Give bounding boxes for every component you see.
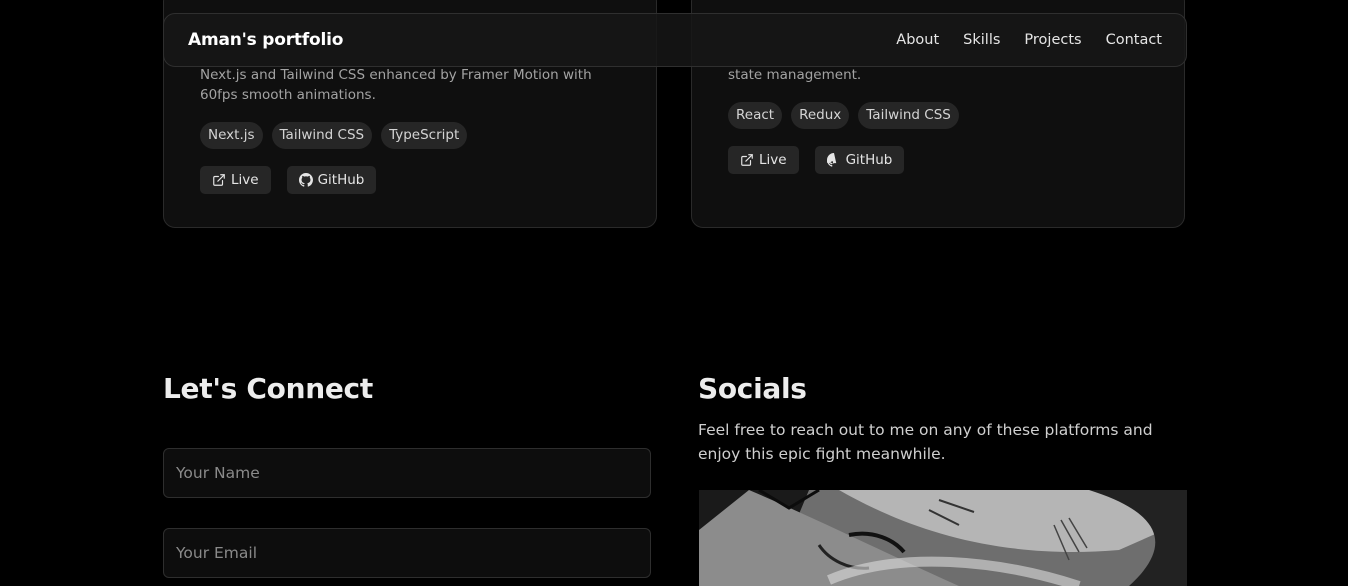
live-label: Live [231,172,259,188]
project-description: state management. [728,67,862,83]
tag: Tailwind CSS [271,122,373,149]
live-label: Live [759,152,787,168]
nav-link-projects[interactable]: Projects [1024,32,1081,48]
github-icon [826,153,841,167]
socials-description: Feel free to reach out to me on any of t… [698,421,1153,463]
nav-link-about[interactable]: About [896,32,939,48]
email-input[interactable] [163,528,651,578]
nav-link-skills[interactable]: Skills [963,32,1000,48]
live-button[interactable]: Live [200,166,271,194]
name-input[interactable] [163,448,651,498]
external-link-icon [212,173,226,187]
connect-title: Let's Connect [163,372,373,405]
navbar: Aman's portfolio About Skills Projects C… [163,13,1187,67]
project-links: Live GitHub [200,166,377,194]
tag: Redux [791,102,850,129]
project-links: Live GitHub [728,146,905,174]
tag-list: Next.js Tailwind CSS TypeScript [200,122,468,149]
github-label: GitHub [317,172,365,188]
tag: Tailwind CSS [858,102,959,129]
live-button[interactable]: Live [728,146,799,174]
anime-artwork-image [699,490,1187,586]
external-link-icon [740,153,754,167]
brand-logo[interactable]: Aman's portfolio [188,30,343,50]
github-button[interactable]: GitHub [286,166,377,194]
github-icon [298,173,313,187]
nav-link-contact[interactable]: Contact [1106,32,1162,48]
tag: React [728,102,783,129]
tag-list: React Redux Tailwind CSS [728,102,959,129]
nav-links: About Skills Projects Contact [896,32,1162,48]
github-label: GitHub [845,152,893,168]
tag: TypeScript [381,122,468,149]
tag: Next.js [200,122,263,149]
socials-title: Socials [698,372,807,405]
github-button[interactable]: GitHub [814,146,905,174]
project-description: Next.js and Tailwind CSS enhanced by Fra… [200,67,592,103]
